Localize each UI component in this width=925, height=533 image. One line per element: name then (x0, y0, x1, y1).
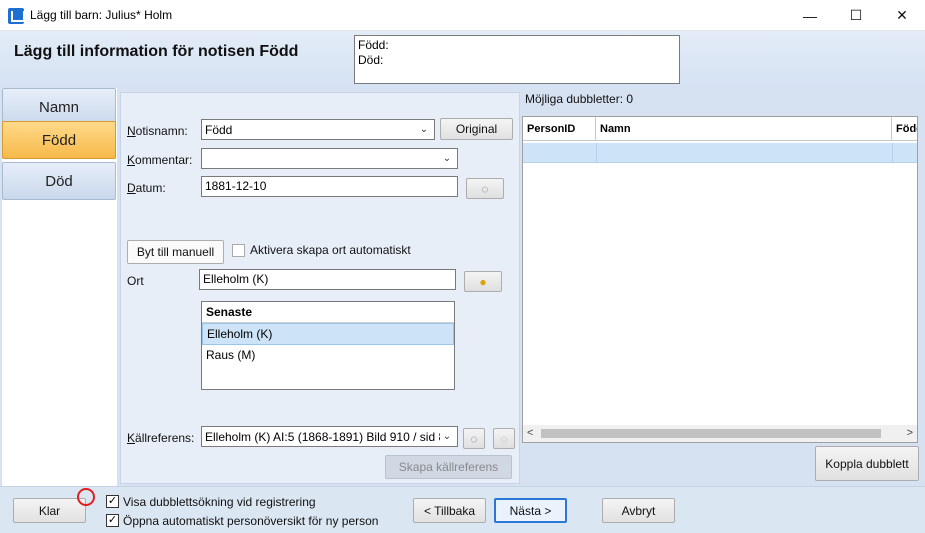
kallreferens-value: Elleholm (K) AI:5 (1868-1891) Bild 910 /… (205, 429, 440, 444)
horizontal-scrollbar[interactable]: < > (523, 425, 917, 442)
nav-item-fodd[interactable]: Född (2, 121, 116, 159)
footer-bar: Klar ✓ Visa dubblettsökning vid registre… (0, 486, 925, 533)
scroll-thumb[interactable] (541, 429, 881, 438)
kallref-lightbulb-button[interactable]: ◌ (463, 428, 485, 449)
checkmark-icon: ✓ (107, 514, 118, 526)
koppla-dubblett-button[interactable]: Koppla dubblett (815, 446, 919, 481)
aktivera-label: Aktivera skapa ort automatiskt (250, 243, 411, 257)
cursor-highlight-ring (77, 488, 95, 506)
ort-lightbulb-button[interactable]: ● (464, 271, 502, 292)
summary-born: Född: (358, 38, 389, 52)
page-title: Lägg till information för notisen Född (14, 43, 299, 60)
event-summary-box: Född: Död: (354, 35, 680, 84)
datum-input[interactable]: 1881-12-10 (201, 176, 458, 197)
datum-lightbulb-button[interactable]: ◌ (466, 178, 504, 199)
oppna-oversikt-label: Öppna automatiskt personöversikt för ny … (123, 514, 379, 528)
list-item[interactable]: Elleholm (K) (202, 323, 454, 345)
aktivera-checkbox[interactable] (232, 244, 245, 257)
notisnamn-value: Född (205, 122, 233, 137)
window-title: Lägg till barn: Julius* Holm (30, 8, 173, 22)
ort-label: Ort (127, 274, 144, 288)
lightbulb-icon: ◌ (470, 431, 478, 446)
column-header-personid[interactable]: PersonID (523, 117, 596, 141)
event-nav: Namn Född Död (2, 88, 117, 486)
nav-item-dod[interactable]: Död (2, 162, 116, 200)
chevron-down-icon: ⌄ (419, 124, 429, 135)
row-divider (892, 143, 893, 163)
byt-till-manuell-button[interactable]: Byt till manuell (127, 240, 224, 264)
event-form: Notisnamn: Född ⌄ Original Kommentar: ⌄ … (120, 92, 520, 484)
datum-label: Datum: (127, 181, 166, 195)
original-button[interactable]: Original (440, 118, 513, 140)
scroll-left-icon[interactable]: < (527, 427, 533, 439)
chevron-down-icon: ⌄ (442, 153, 452, 164)
row-divider (596, 143, 597, 163)
tillbaka-button[interactable]: < Tillbaka (413, 498, 486, 523)
ort-input[interactable]: Elleholm (K) (199, 269, 456, 290)
lightbulb-icon: ● (479, 274, 487, 289)
kallreferens-select[interactable]: Elleholm (K) AI:5 (1868-1891) Bild 910 /… (201, 426, 458, 447)
notisnamn-label: Notisnamn: (127, 124, 188, 138)
nasta-button[interactable]: Nästa > (494, 498, 567, 523)
avbryt-button[interactable]: Avbryt (602, 498, 675, 523)
recent-places-list[interactable]: Senaste Elleholm (K) Raus (M) (201, 301, 455, 390)
title-bar: Lägg till barn: Julius* Holm — ☐ ✕ (0, 0, 925, 31)
duplicates-grid[interactable]: PersonID Namn Föde < > (522, 116, 918, 443)
scroll-right-icon[interactable]: > (907, 427, 913, 439)
notisnamn-select[interactable]: Född ⌄ (201, 119, 435, 140)
recent-places-header: Senaste (202, 302, 454, 323)
chevron-down-icon: ⌄ (442, 431, 452, 442)
visa-dubblett-label: Visa dubblettsökning vid registrering (123, 495, 316, 509)
close-button[interactable]: ✕ (879, 0, 925, 31)
minimize-button[interactable]: — (787, 0, 833, 31)
lightbulb-icon: ◌ (500, 431, 508, 446)
maximize-button[interactable]: ☐ (833, 0, 879, 31)
kommentar-select[interactable]: ⌄ (201, 148, 458, 169)
duplicates-heading: Möjliga dubbletter: 0 (525, 92, 634, 106)
oppna-oversikt-checkbox[interactable]: ✓ (106, 514, 119, 527)
summary-died: Död: (358, 53, 384, 67)
checkmark-icon: ✓ (107, 495, 118, 507)
visa-dubblett-checkbox[interactable]: ✓ (106, 495, 119, 508)
table-row[interactable] (523, 143, 917, 163)
lightbulb-icon: ◌ (481, 181, 489, 196)
app-icon (8, 8, 25, 24)
dialog-header: Lägg till information för notisen Född F… (0, 31, 925, 88)
kommentar-label: Kommentar: (127, 153, 193, 167)
skapa-kallreferens-button[interactable]: Skapa källreferens (385, 455, 512, 479)
klar-button[interactable]: Klar (13, 498, 86, 523)
grid-header: PersonID Namn Föde (523, 117, 917, 141)
kallref-lightbulb-alt-button[interactable]: ◌ (493, 428, 515, 449)
column-header-fodd[interactable]: Föde (892, 117, 917, 141)
kallreferens-label: Källreferens: (127, 431, 195, 445)
list-item[interactable]: Raus (M) (202, 345, 454, 367)
column-header-namn[interactable]: Namn (596, 117, 892, 141)
